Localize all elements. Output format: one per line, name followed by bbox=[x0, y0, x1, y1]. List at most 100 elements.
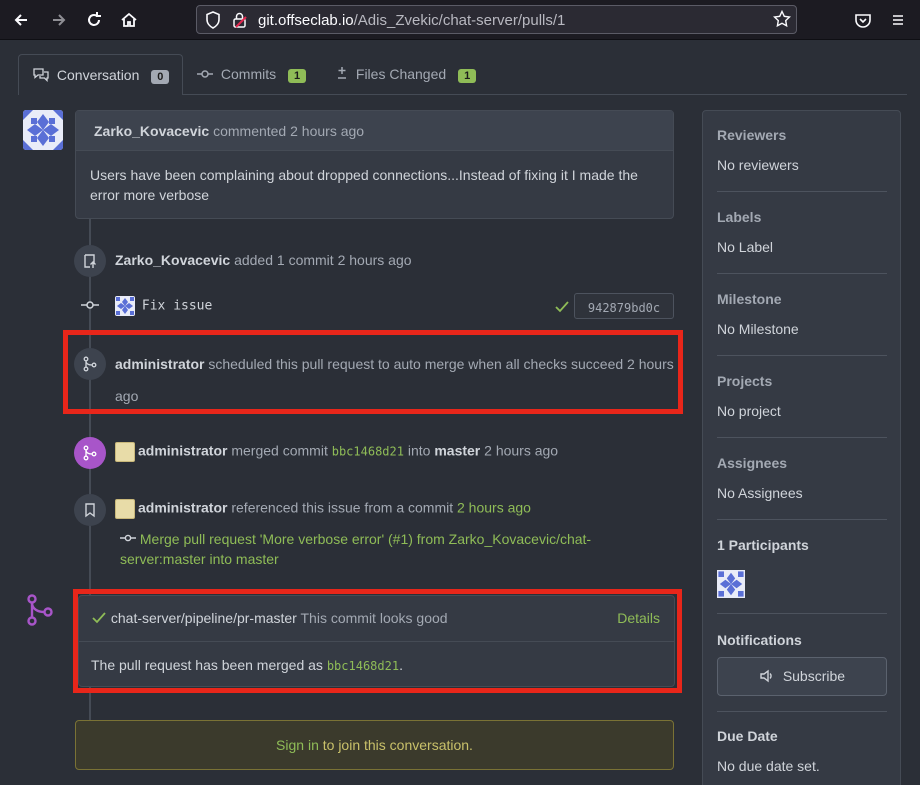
event-added-commit: Zarko_Kovacevic added 1 commit 2 hours a… bbox=[115, 252, 412, 268]
commit-message[interactable]: Fix issue bbox=[142, 299, 212, 314]
divider bbox=[717, 613, 887, 614]
tab-conversation-label: Conversation bbox=[56, 67, 140, 83]
event-merged: administrator merged commit bbc1468d21 i… bbox=[115, 442, 558, 462]
commit-row: Fix issue bbox=[115, 296, 212, 316]
commit-sha-button[interactable]: 942879bd0c bbox=[574, 293, 674, 319]
shield-icon[interactable] bbox=[205, 11, 221, 32]
pr-sidebar: Reviewers No reviewers Labels No Label M… bbox=[702, 110, 901, 785]
url-bar[interactable]: git.offseclab.io/Adis_Zvekic/chat-server… bbox=[196, 5, 797, 34]
highlight-box bbox=[63, 330, 683, 414]
avatar[interactable] bbox=[717, 570, 745, 598]
comment-time[interactable]: 2 hours ago bbox=[290, 123, 364, 139]
lock-warning-icon[interactable] bbox=[232, 11, 248, 32]
sidebar-section-value: No Assignees bbox=[717, 485, 803, 501]
highlight-box bbox=[73, 589, 682, 693]
divider bbox=[717, 437, 887, 438]
event-time[interactable]: 2 hours ago bbox=[484, 443, 558, 459]
diff-icon bbox=[338, 67, 346, 79]
signin-link[interactable]: Sign in bbox=[276, 737, 319, 753]
tab-commits-count: 1 bbox=[288, 69, 307, 83]
sidebar-section-value: No reviewers bbox=[717, 157, 799, 173]
comment-card: Zarko_Kovacevic commented 2 hours ago Us… bbox=[75, 110, 674, 219]
git-merge-icon bbox=[27, 594, 53, 626]
sidebar-milestone[interactable]: Milestone No Milestone bbox=[717, 291, 887, 337]
avatar[interactable] bbox=[115, 296, 135, 316]
avatar[interactable] bbox=[115, 442, 135, 462]
merged-commit-sha[interactable]: bbc1468d21 bbox=[332, 445, 404, 459]
browser-toolbar: git.offseclab.io/Adis_Zvekic/chat-server… bbox=[0, 0, 920, 40]
signin-text: to join this conversation. bbox=[322, 737, 473, 753]
tab-commits-label: Commits bbox=[220, 66, 277, 82]
avatar[interactable] bbox=[23, 110, 63, 150]
home-icon[interactable] bbox=[117, 8, 141, 32]
sidebar-reviewers[interactable]: Reviewers No reviewers bbox=[717, 127, 887, 173]
git-commit-icon bbox=[197, 70, 213, 78]
sidebar-section-title: 1 Participants bbox=[717, 537, 809, 553]
tab-conversation[interactable]: Conversation 0 bbox=[18, 54, 183, 95]
event-time[interactable]: 2 hours ago bbox=[338, 252, 412, 268]
check-icon[interactable] bbox=[554, 300, 570, 314]
sidebar-section-title: Projects bbox=[717, 373, 773, 389]
commit-sha: 942879bd0c bbox=[587, 301, 661, 315]
sidebar-section-title: Due Date bbox=[717, 728, 778, 744]
sidebar-section-value: No Milestone bbox=[717, 321, 799, 337]
event-author[interactable]: Zarko_Kovacevic bbox=[115, 252, 230, 268]
tab-commits[interactable]: Commits 1 bbox=[183, 54, 320, 95]
bookmark-star-icon[interactable] bbox=[772, 9, 792, 31]
event-text: merged commit bbox=[231, 442, 328, 459]
sidebar-section-title: Milestone bbox=[717, 291, 782, 307]
comment-discussion-icon bbox=[33, 68, 49, 83]
sidebar-section-title: Labels bbox=[717, 209, 762, 225]
comment-body: Users have been complaining about droppe… bbox=[90, 167, 638, 203]
comment-author[interactable]: Zarko_Kovacevic bbox=[94, 123, 209, 139]
divider bbox=[717, 191, 887, 192]
menu-icon[interactable] bbox=[886, 8, 910, 32]
url-text: git.offseclab.io/Adis_Zvekic/chat-server… bbox=[258, 12, 565, 29]
tab-files-changed[interactable]: Files Changed 1 bbox=[322, 54, 490, 95]
avatar[interactable] bbox=[115, 499, 135, 519]
event-referenced: administrator referenced this issue from… bbox=[115, 499, 531, 519]
back-icon[interactable] bbox=[9, 8, 33, 32]
sidebar-section-title: Assignees bbox=[717, 455, 788, 471]
sidebar-labels[interactable]: Labels No Label bbox=[717, 209, 887, 255]
sidebar-projects[interactable]: Projects No project bbox=[717, 373, 887, 419]
target-branch[interactable]: master bbox=[434, 443, 480, 459]
reload-icon[interactable] bbox=[82, 8, 106, 32]
sidebar-section-value: No project bbox=[717, 403, 781, 419]
event-text: added 1 commit bbox=[234, 252, 334, 268]
comment-action: commented bbox=[213, 123, 287, 139]
subscribe-label: Subscribe bbox=[782, 668, 846, 684]
tab-files-changed-label: Files Changed bbox=[355, 66, 447, 82]
sidebar-section-value: No Label bbox=[717, 239, 774, 255]
subscribe-button[interactable]: Subscribe bbox=[717, 657, 887, 696]
event-into: into bbox=[407, 442, 431, 459]
forward-icon[interactable] bbox=[47, 8, 71, 32]
event-author[interactable]: administrator bbox=[138, 500, 227, 516]
divider bbox=[717, 273, 887, 274]
sidebar-section-title: Notifications bbox=[717, 632, 802, 648]
bookmark-icon bbox=[74, 494, 106, 526]
comment-header: Zarko_Kovacevic commented 2 hours ago bbox=[76, 111, 673, 151]
event-time[interactable]: 2 hours ago bbox=[457, 500, 531, 516]
volume-icon bbox=[760, 669, 772, 683]
divider bbox=[717, 711, 887, 712]
divider bbox=[717, 519, 887, 520]
referenced-commit-message[interactable]: Merge pull request 'More verbose error' … bbox=[140, 531, 591, 547]
tab-conversation-count: 0 bbox=[151, 70, 170, 84]
repo-push-icon bbox=[74, 245, 106, 277]
sidebar-due-date: Due Date No due date set. bbox=[717, 728, 887, 774]
sidebar-section-value: No due date set. bbox=[717, 758, 820, 774]
event-author[interactable]: administrator bbox=[138, 443, 227, 459]
url-path: /Adis_Zvekic/chat-server/pulls/1 bbox=[353, 12, 566, 29]
referenced-commit-line: Merge pull request 'More verbose error' … bbox=[120, 531, 591, 547]
git-commit-icon bbox=[120, 534, 136, 542]
sidebar-notifications: Notifications bbox=[717, 632, 887, 648]
sidebar-participants: 1 Participants bbox=[717, 537, 887, 553]
pocket-icon[interactable] bbox=[851, 8, 875, 32]
tab-files-changed-count: 1 bbox=[458, 69, 477, 83]
sidebar-assignees[interactable]: Assignees No Assignees bbox=[717, 455, 887, 501]
divider bbox=[717, 355, 887, 356]
referenced-commit-message-cont[interactable]: server:master into master bbox=[120, 551, 279, 567]
signin-banner: Sign in to join this conversation. bbox=[75, 720, 674, 770]
git-commit-icon bbox=[81, 301, 99, 309]
